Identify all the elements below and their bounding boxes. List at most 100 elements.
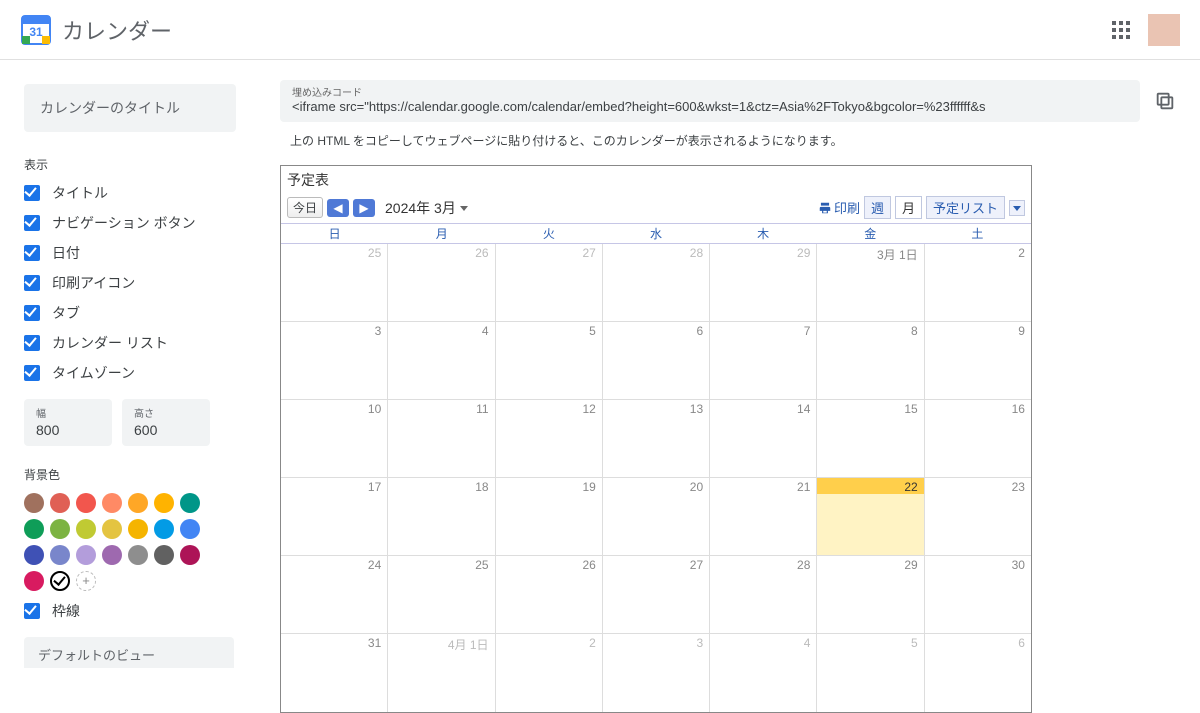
day-number: 20 — [690, 480, 703, 494]
calendar-cell[interactable]: 8 — [817, 322, 924, 399]
calendar-cell[interactable]: 9 — [925, 322, 1031, 399]
calendar-cell[interactable]: 29 — [710, 244, 817, 321]
color-swatch[interactable] — [128, 545, 148, 565]
color-swatch[interactable] — [128, 493, 148, 513]
tab-month[interactable]: 月 — [895, 196, 922, 219]
calendar-cell[interactable]: 26 — [388, 244, 495, 321]
calendar-title-input[interactable]: カレンダーのタイトル — [24, 84, 236, 132]
color-swatch[interactable] — [180, 519, 200, 539]
color-swatch[interactable] — [24, 571, 44, 591]
calendar-cell[interactable]: 27 — [496, 244, 603, 321]
dow-header: 月 — [388, 224, 495, 243]
calendar-cell[interactable]: 13 — [603, 400, 710, 477]
color-swatch[interactable] — [50, 493, 70, 513]
today-button[interactable]: 今日 — [287, 197, 323, 218]
month-label[interactable]: 2024年 3月 — [385, 198, 468, 218]
day-number: 6 — [696, 324, 703, 338]
calendar-cell[interactable]: 10 — [281, 400, 388, 477]
day-number: 25 — [475, 558, 488, 572]
options-dropdown-icon[interactable] — [1009, 200, 1025, 216]
apps-grid-icon[interactable] — [1112, 21, 1130, 39]
calendar-cell[interactable]: 6 — [603, 322, 710, 399]
color-swatch[interactable] — [154, 493, 174, 513]
color-swatch[interactable] — [24, 545, 44, 565]
color-swatch[interactable] — [102, 545, 122, 565]
calendar-cell[interactable]: 4 — [710, 634, 817, 712]
width-input[interactable]: 幅 800 — [24, 399, 112, 446]
default-view-select[interactable]: デフォルトのビュー — [24, 637, 234, 668]
calendar-cell[interactable]: 29 — [817, 556, 924, 633]
calendar-cell[interactable]: 28 — [603, 244, 710, 321]
calendar-cell[interactable]: 18 — [388, 478, 495, 555]
next-button[interactable]: ▶ — [353, 199, 375, 217]
calendar-cell[interactable]: 11 — [388, 400, 495, 477]
calendar-cell[interactable]: 31 — [281, 634, 388, 712]
calendar-cell[interactable]: 20 — [603, 478, 710, 555]
calendar-cell[interactable]: 16 — [925, 400, 1031, 477]
color-swatch[interactable] — [154, 519, 174, 539]
calendar-cell[interactable]: 15 — [817, 400, 924, 477]
tab-week[interactable]: 週 — [864, 196, 891, 219]
calendar-cell[interactable]: 3 — [281, 322, 388, 399]
height-input[interactable]: 高さ 600 — [122, 399, 210, 446]
copy-icon[interactable] — [1154, 90, 1176, 112]
color-swatch[interactable] — [50, 545, 70, 565]
calendar-cell[interactable]: 3月 1日 — [817, 244, 924, 321]
display-checkbox-3[interactable]: 印刷アイコン — [24, 273, 236, 293]
calendar-cell[interactable]: 22 — [817, 478, 924, 555]
calendar-logo-icon: 31 — [20, 14, 52, 46]
calendar-cell[interactable]: 14 — [710, 400, 817, 477]
calendar-cell[interactable]: 26 — [496, 556, 603, 633]
calendar-cell[interactable]: 7 — [710, 322, 817, 399]
calendar-cell[interactable]: 21 — [710, 478, 817, 555]
calendar-cell[interactable]: 4月 1日 — [388, 634, 495, 712]
embed-code-field[interactable]: 埋め込みコード <iframe src="https://calendar.go… — [280, 80, 1140, 122]
calendar-cell[interactable]: 30 — [925, 556, 1031, 633]
display-checkbox-4[interactable]: タブ — [24, 303, 236, 323]
calendar-cell[interactable]: 2 — [925, 244, 1031, 321]
color-swatch[interactable] — [102, 519, 122, 539]
day-number: 4 — [804, 636, 811, 650]
color-swatch[interactable] — [50, 519, 70, 539]
calendar-cell[interactable]: 27 — [603, 556, 710, 633]
color-swatch[interactable] — [76, 545, 96, 565]
calendar-cell[interactable]: 19 — [496, 478, 603, 555]
add-color-button[interactable]: + — [76, 571, 96, 591]
display-checkbox-6[interactable]: タイムゾーン — [24, 363, 236, 383]
calendar-cell[interactable]: 28 — [710, 556, 817, 633]
color-swatch[interactable] — [24, 493, 44, 513]
calendar-cell[interactable]: 12 — [496, 400, 603, 477]
day-number: 26 — [582, 558, 595, 572]
color-swatch[interactable] — [128, 519, 148, 539]
calendar-cell[interactable]: 25 — [388, 556, 495, 633]
calendar-cell[interactable]: 23 — [925, 478, 1031, 555]
color-swatch[interactable] — [180, 493, 200, 513]
calendar-cell[interactable]: 25 — [281, 244, 388, 321]
color-swatch[interactable] — [24, 519, 44, 539]
calendar-cell[interactable]: 6 — [925, 634, 1031, 712]
calendar-cell[interactable]: 5 — [817, 634, 924, 712]
print-button[interactable]: 印刷 — [818, 198, 860, 217]
avatar[interactable] — [1148, 14, 1180, 46]
display-checkbox-0[interactable]: タイトル — [24, 183, 236, 203]
calendar-cell[interactable]: 5 — [496, 322, 603, 399]
calendar-cell[interactable]: 3 — [603, 634, 710, 712]
display-checkbox-2[interactable]: 日付 — [24, 243, 236, 263]
color-swatch[interactable] — [154, 545, 174, 565]
checkbox-icon — [24, 365, 40, 381]
calendar-cell[interactable]: 4 — [388, 322, 495, 399]
color-swatch[interactable] — [102, 493, 122, 513]
color-swatch[interactable] — [180, 545, 200, 565]
display-checkbox-5[interactable]: カレンダー リスト — [24, 333, 236, 353]
display-checkbox-1[interactable]: ナビゲーション ボタン — [24, 213, 236, 233]
color-swatch[interactable] — [76, 519, 96, 539]
calendar-cell[interactable]: 2 — [496, 634, 603, 712]
color-swatch-selected[interactable] — [50, 571, 70, 591]
prev-button[interactable]: ◀ — [327, 199, 349, 217]
calendar-cell[interactable]: 17 — [281, 478, 388, 555]
color-swatch[interactable] — [76, 493, 96, 513]
day-number: 27 — [582, 246, 595, 260]
calendar-cell[interactable]: 24 — [281, 556, 388, 633]
tab-agenda[interactable]: 予定リスト — [926, 196, 1005, 219]
border-checkbox[interactable]: 枠線 — [24, 601, 236, 621]
